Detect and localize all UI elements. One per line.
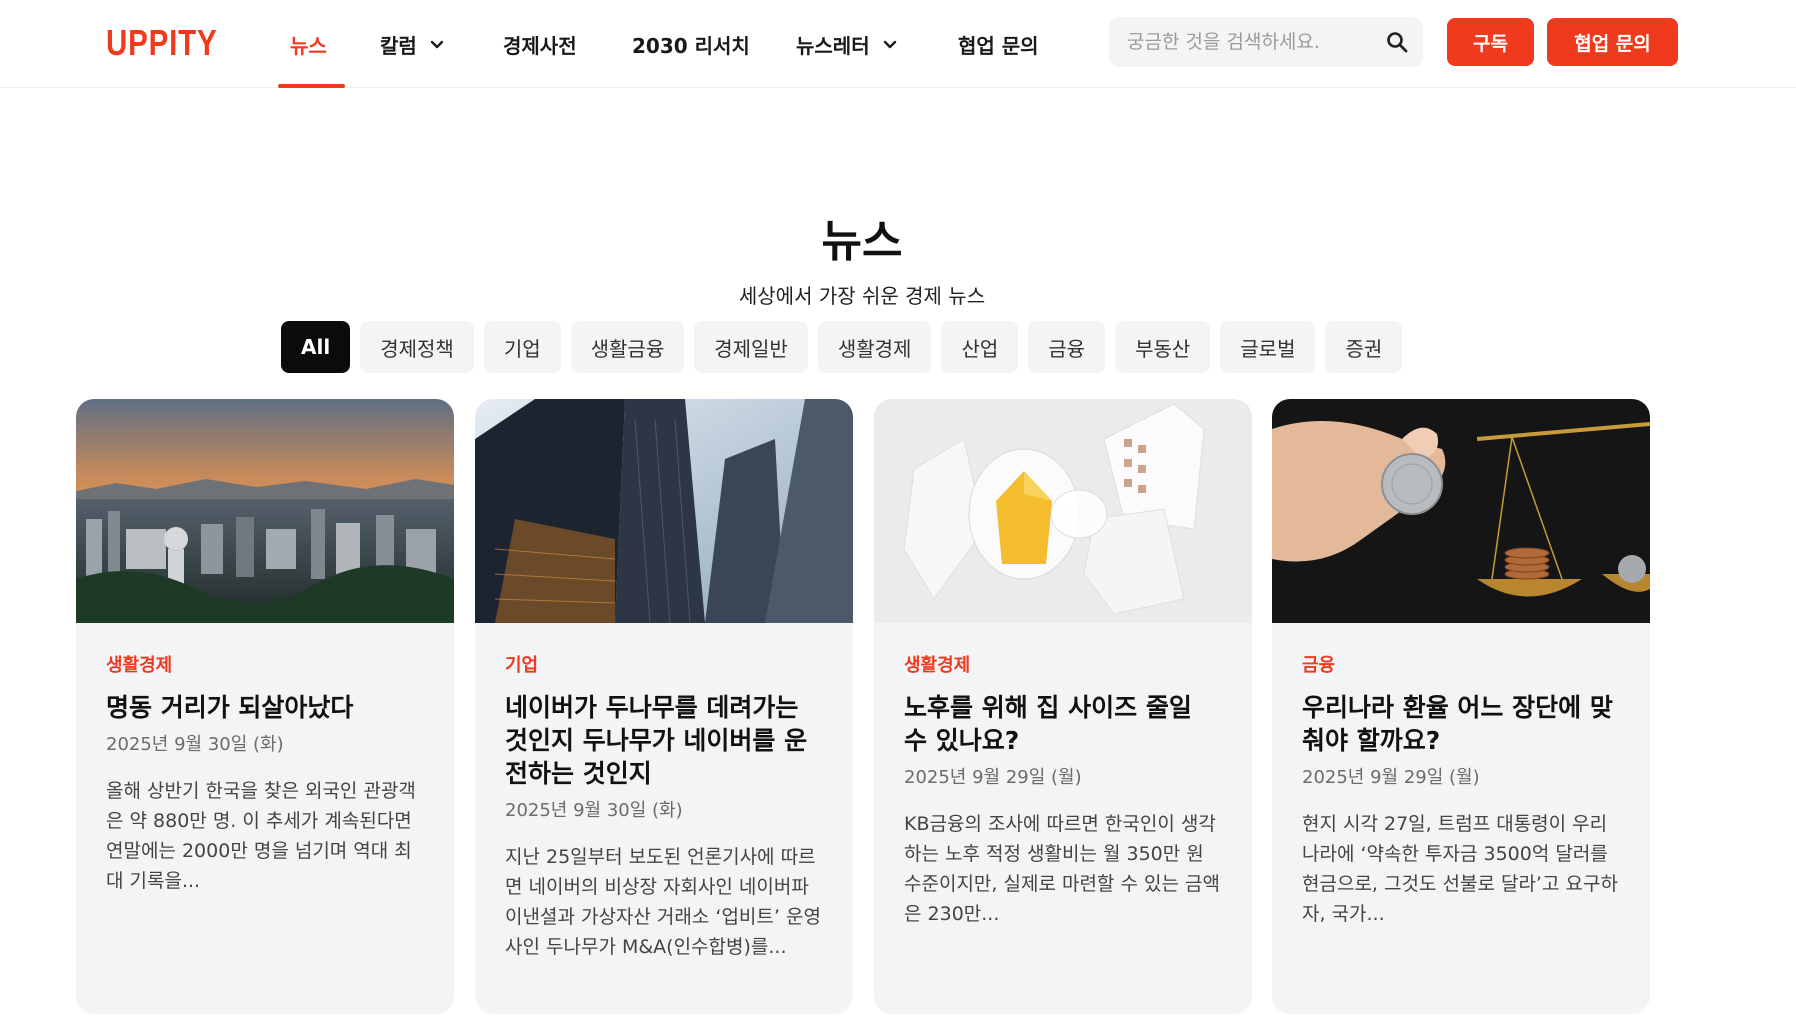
article-date: 2025년 9월 29일 (월) [904, 767, 1082, 788]
nav-news-label: 뉴스 [290, 33, 327, 58]
nav-column-label: 칼럼 [380, 33, 417, 58]
nav-collab[interactable]: 협업 문의 [958, 0, 1039, 88]
category-chip[interactable]: 경제정책 [360, 321, 474, 373]
top-header: UPPITY 뉴스 칼럼 경제사전 2030 리서치 뉴스레터 협업 문의 구독… [0, 0, 1796, 88]
article-thumbnail-image [76, 399, 454, 623]
category-chip[interactable]: 증권 [1325, 321, 1403, 373]
article-excerpt: 올해 상반기 한국을 찾은 외국인 관광객은 약 880만 명. 이 추세가 계… [106, 780, 416, 892]
article-date: 2025년 9월 30일 (화) [505, 800, 683, 821]
chevron-down-icon [429, 36, 445, 52]
logo[interactable]: UPPITY [106, 22, 218, 64]
article-title[interactable]: 명동 거리가 되살아났다 [106, 691, 424, 724]
nav-2030-research-label: 2030 리서치 [632, 33, 750, 58]
nav-dictionary-label: 경제사전 [503, 33, 577, 58]
article-card[interactable]: 기업 네이버가 두나무를 데려가는 것인지 두나무가 네이버를 운전하는 것인지… [475, 399, 853, 1014]
article-date: 2025년 9월 29일 (월) [1302, 767, 1480, 788]
article-category: 기업 [505, 655, 539, 676]
article-excerpt: 지난 25일부터 보도된 언론기사에 따르면 네이버의 비상장 자회사인 네이버… [505, 846, 821, 958]
category-chip[interactable]: 부동산 [1115, 321, 1211, 373]
category-chip-all[interactable]: All [281, 321, 351, 373]
article-category: 금융 [1302, 655, 1336, 676]
search-icon[interactable] [1385, 30, 1409, 54]
subscribe-button[interactable]: 구독 [1447, 18, 1534, 66]
search-input[interactable] [1127, 31, 1367, 53]
nav-newsletter[interactable]: 뉴스레터 [796, 0, 898, 88]
category-chip[interactable]: 생활경제 [817, 321, 932, 373]
page-subtitle: 세상에서 가장 쉬운 경제 뉴스 [738, 284, 986, 308]
article-card[interactable]: 금융 우리나라 환율 어느 장단에 맞춰야 할까요? 2025년 9월 29일 … [1272, 399, 1650, 1014]
article-thumbnail-image [1272, 399, 1650, 623]
page-title: 뉴스 [821, 216, 903, 267]
nav-news[interactable]: 뉴스 [278, 0, 345, 88]
category-filter: All 경제정책 기업 생활금융 경제일반 생활경제 산업 금융 부동산 글로벌… [281, 321, 1403, 373]
collab-button[interactable]: 협업 문의 [1547, 18, 1678, 66]
article-title[interactable]: 네이버가 두나무를 데려가는 것인지 두나무가 네이버를 운전하는 것인지 [505, 691, 823, 790]
nav-collab-label: 협업 문의 [958, 33, 1039, 58]
article-title[interactable]: 노후를 위해 집 사이즈 줄일 수 있나요? [904, 691, 1222, 757]
category-chip[interactable]: 기업 [483, 321, 561, 373]
nav-2030-research[interactable]: 2030 리서치 [632, 0, 750, 88]
nav-column[interactable]: 칼럼 [380, 0, 445, 88]
article-thumbnail-image [874, 399, 1252, 623]
category-chip[interactable]: 경제일반 [694, 321, 808, 373]
nav-newsletter-label: 뉴스레터 [796, 33, 870, 58]
chevron-down-icon [882, 36, 898, 52]
category-chip[interactable]: 글로벌 [1220, 321, 1316, 373]
category-chip[interactable]: 금융 [1028, 321, 1106, 373]
article-thumbnail-image [475, 399, 853, 623]
article-date: 2025년 9월 30일 (화) [106, 734, 284, 755]
article-category: 생활경제 [904, 655, 971, 676]
article-category: 생활경제 [106, 655, 173, 676]
category-chip[interactable]: 산업 [941, 321, 1019, 373]
search-box [1109, 17, 1423, 67]
category-chip[interactable]: 생활금융 [570, 321, 685, 373]
article-title[interactable]: 우리나라 환율 어느 장단에 맞춰야 할까요? [1302, 691, 1620, 757]
article-card[interactable]: 생활경제 노후를 위해 집 사이즈 줄일 수 있나요? 2025년 9월 29일… [874, 399, 1252, 1014]
nav-dictionary[interactable]: 경제사전 [503, 0, 577, 88]
article-excerpt: KB금융의 조사에 따르면 한국인이 생각하는 노후 적정 생활비는 월 350… [904, 813, 1220, 925]
article-excerpt: 현지 시각 27일, 트럼프 대통령이 우리나라에 ‘약속한 투자금 3500억… [1302, 813, 1618, 925]
article-card[interactable]: 생활경제 명동 거리가 되살아났다 2025년 9월 30일 (화) 올해 상반… [76, 399, 454, 1014]
